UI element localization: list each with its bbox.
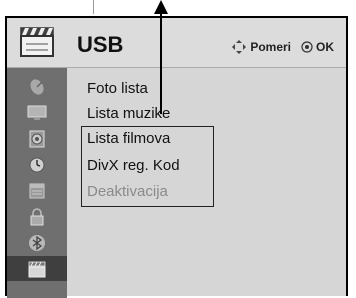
sidebar-item-audio[interactable] bbox=[7, 126, 67, 151]
satellite-dish-icon bbox=[30, 78, 44, 95]
move-hint-label: Pomeri bbox=[250, 40, 291, 54]
sidebar-item-time[interactable] bbox=[7, 152, 67, 177]
menu-item-music-list[interactable]: Lista muzike bbox=[87, 105, 170, 122]
menu-item-deactivation: Deaktivacija bbox=[87, 183, 168, 200]
pointer-arrow-line bbox=[160, 14, 162, 114]
clock-icon bbox=[29, 157, 45, 172]
arrow-keys-icon bbox=[232, 40, 247, 54]
category-sidebar bbox=[7, 68, 67, 298]
ok-button-icon bbox=[301, 41, 313, 53]
sidebar-item-channels[interactable] bbox=[7, 74, 67, 99]
menu-item-movie-list[interactable]: Lista filmova bbox=[87, 130, 170, 147]
menu-header: USB Pomeri OK bbox=[7, 18, 346, 68]
osd-window: USB Pomeri OK Foto lista Lista muzike Li… bbox=[5, 16, 348, 298]
menu-content: Foto lista Lista muzike Lista filmova Di… bbox=[67, 68, 346, 296]
ok-hint-label: OK bbox=[316, 40, 334, 54]
menu-item-photo-list[interactable]: Foto lista bbox=[87, 80, 148, 97]
calendar-icon bbox=[29, 183, 45, 198]
sidebar-item-options[interactable] bbox=[7, 178, 67, 203]
page-title: USB bbox=[77, 32, 124, 57]
sidebar-item-usb[interactable] bbox=[7, 256, 67, 281]
sidebar-item-bluetooth[interactable] bbox=[7, 230, 67, 255]
callout-line bbox=[93, 0, 94, 14]
bluetooth-icon bbox=[29, 234, 45, 251]
navigation-hint: Pomeri OK bbox=[231, 39, 334, 55]
padlock-icon bbox=[30, 207, 44, 225]
sidebar-item-lock[interactable] bbox=[7, 204, 67, 229]
speaker-icon bbox=[29, 130, 45, 147]
clapperboard-icon bbox=[28, 261, 46, 277]
menu-item-divx-reg-code[interactable]: DivX reg. Kod bbox=[87, 157, 180, 174]
monitor-icon bbox=[27, 105, 47, 120]
pointer-arrow-head bbox=[154, 0, 168, 14]
clapperboard-icon bbox=[18, 24, 56, 58]
sidebar-item-picture[interactable] bbox=[7, 100, 67, 125]
